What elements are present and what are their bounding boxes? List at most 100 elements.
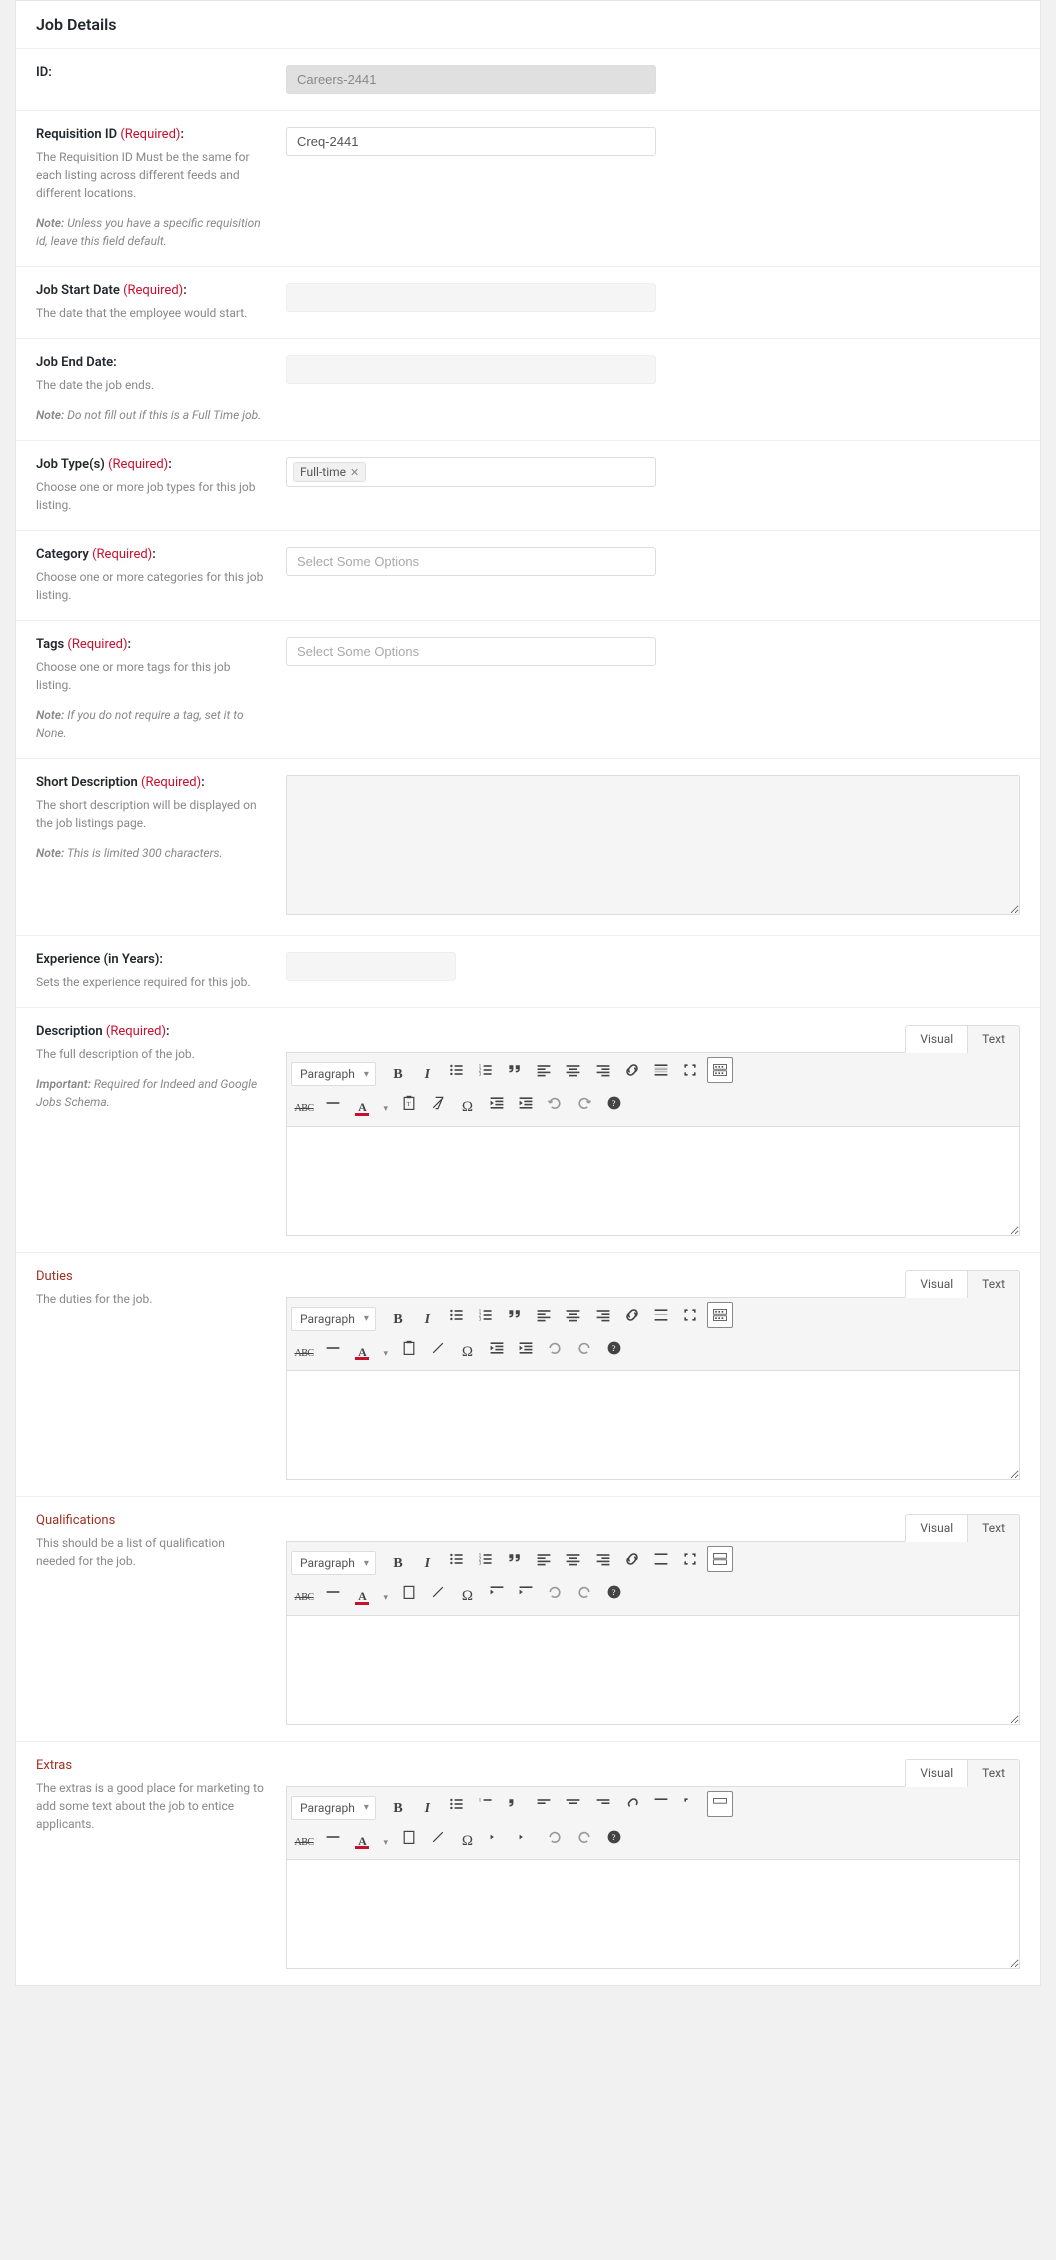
strikethrough-icon[interactable]: ABC [291, 1585, 317, 1611]
hr-icon[interactable] [320, 1579, 346, 1605]
paste-text-icon[interactable] [396, 1335, 422, 1361]
tab-text[interactable]: Text [967, 1514, 1020, 1542]
strikethrough-icon[interactable]: ABC [291, 1829, 317, 1855]
bullet-list-icon[interactable] [444, 1057, 470, 1083]
bold-icon[interactable]: B [385, 1551, 411, 1577]
clear-format-icon[interactable] [425, 1824, 451, 1850]
category-select[interactable] [286, 547, 656, 576]
read-more-icon[interactable] [648, 1791, 674, 1817]
end-date-input[interactable] [286, 355, 656, 384]
bold-icon[interactable]: B [385, 1796, 411, 1822]
italic-icon[interactable]: I [414, 1307, 440, 1333]
read-more-icon[interactable] [648, 1546, 674, 1572]
italic-icon[interactable]: I [414, 1796, 440, 1822]
undo-icon[interactable] [542, 1335, 568, 1361]
read-more-icon[interactable] [648, 1057, 674, 1083]
align-right-icon[interactable] [590, 1057, 616, 1083]
redo-icon[interactable] [571, 1090, 597, 1116]
text-color-dropdown-icon[interactable]: ▾ [379, 1096, 393, 1122]
align-left-icon[interactable] [531, 1791, 557, 1817]
duties-editor[interactable] [286, 1370, 1020, 1480]
special-char-icon[interactable]: Ω [454, 1828, 480, 1854]
blockquote-icon[interactable] [502, 1057, 528, 1083]
outdent-icon[interactable] [484, 1824, 510, 1850]
text-color-icon[interactable]: A [349, 1828, 375, 1854]
outdent-icon[interactable] [484, 1579, 510, 1605]
hr-icon[interactable] [320, 1824, 346, 1850]
fullscreen-icon[interactable] [677, 1546, 703, 1572]
tab-visual[interactable]: Visual [905, 1514, 967, 1542]
kitchen-sink-icon[interactable] [707, 1057, 733, 1083]
outdent-icon[interactable] [484, 1090, 510, 1116]
text-color-dropdown-icon[interactable]: ▾ [379, 1340, 393, 1366]
redo-icon[interactable] [571, 1579, 597, 1605]
clear-format-icon[interactable] [425, 1090, 451, 1116]
tab-visual[interactable]: Visual [905, 1759, 967, 1787]
text-color-dropdown-icon[interactable]: ▾ [379, 1829, 393, 1855]
tab-visual[interactable]: Visual [905, 1025, 967, 1053]
align-right-icon[interactable] [590, 1302, 616, 1328]
align-left-icon[interactable] [531, 1057, 557, 1083]
tab-text[interactable]: Text [967, 1759, 1020, 1787]
align-center-icon[interactable] [560, 1302, 586, 1328]
paste-text-icon[interactable] [396, 1824, 422, 1850]
indent-icon[interactable] [513, 1090, 539, 1116]
read-more-icon[interactable] [648, 1302, 674, 1328]
indent-icon[interactable] [513, 1579, 539, 1605]
link-icon[interactable] [619, 1302, 645, 1328]
align-center-icon[interactable] [560, 1791, 586, 1817]
align-left-icon[interactable] [531, 1302, 557, 1328]
strikethrough-icon[interactable]: ABC [291, 1340, 317, 1366]
indent-icon[interactable] [513, 1335, 539, 1361]
clear-format-icon[interactable] [425, 1579, 451, 1605]
fullscreen-icon[interactable] [677, 1057, 703, 1083]
bullet-list-icon[interactable] [444, 1791, 470, 1817]
tab-text[interactable]: Text [967, 1025, 1020, 1053]
number-list-icon[interactable]: 123 [473, 1302, 499, 1328]
text-color-icon[interactable]: A [349, 1339, 375, 1365]
job-types-select[interactable]: Full-time ✕ [286, 457, 656, 487]
paste-text-icon[interactable] [396, 1579, 422, 1605]
align-center-icon[interactable] [560, 1057, 586, 1083]
short-description-textarea[interactable] [286, 775, 1020, 915]
format-select[interactable]: Paragraph [291, 1796, 376, 1820]
description-editor[interactable] [286, 1126, 1020, 1236]
align-center-icon[interactable] [560, 1546, 586, 1572]
tag-remove-icon[interactable]: ✕ [350, 466, 359, 479]
format-select[interactable]: Paragraph [291, 1551, 376, 1575]
undo-icon[interactable] [542, 1824, 568, 1850]
special-char-icon[interactable]: Ω [454, 1095, 480, 1121]
number-list-icon[interactable]: 1 [473, 1791, 499, 1817]
redo-icon[interactable] [571, 1335, 597, 1361]
bold-icon[interactable]: B [385, 1307, 411, 1333]
indent-icon[interactable] [513, 1824, 539, 1850]
text-color-icon[interactable]: A [349, 1095, 375, 1121]
help-icon[interactable]: ? [601, 1335, 627, 1361]
qualifications-editor[interactable] [286, 1615, 1020, 1725]
fullscreen-icon[interactable] [677, 1302, 703, 1328]
format-select[interactable]: Paragraph [291, 1062, 376, 1086]
strikethrough-icon[interactable]: ABC [291, 1096, 317, 1122]
number-list-icon[interactable]: 123 [473, 1057, 499, 1083]
help-icon[interactable]: ? [601, 1579, 627, 1605]
kitchen-sink-icon[interactable] [707, 1546, 733, 1572]
experience-input[interactable] [286, 952, 456, 981]
bold-icon[interactable]: B [385, 1062, 411, 1088]
extras-editor[interactable] [286, 1859, 1020, 1969]
text-color-icon[interactable]: A [349, 1584, 375, 1610]
blockquote-icon[interactable] [502, 1302, 528, 1328]
align-right-icon[interactable] [590, 1791, 616, 1817]
align-right-icon[interactable] [590, 1546, 616, 1572]
req-id-input[interactable] [286, 127, 656, 156]
kitchen-sink-icon[interactable] [707, 1302, 733, 1328]
align-left-icon[interactable] [531, 1546, 557, 1572]
link-icon[interactable] [619, 1791, 645, 1817]
italic-icon[interactable]: I [414, 1551, 440, 1577]
kitchen-sink-icon[interactable] [707, 1791, 733, 1817]
outdent-icon[interactable] [484, 1335, 510, 1361]
help-icon[interactable]: ? [601, 1090, 627, 1116]
blockquote-icon[interactable] [502, 1791, 528, 1817]
redo-icon[interactable] [571, 1824, 597, 1850]
fullscreen-icon[interactable] [677, 1791, 703, 1817]
italic-icon[interactable]: I [414, 1062, 440, 1088]
